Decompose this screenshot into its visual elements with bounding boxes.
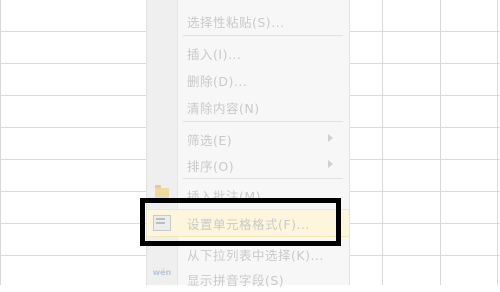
grid-column-line bbox=[497, 0, 498, 285]
menu-item-clear-contents[interactable]: 清除内容(N) bbox=[147, 94, 349, 120]
menu-separator bbox=[183, 35, 343, 36]
grid-column-line bbox=[440, 0, 441, 285]
grid-column-line bbox=[0, 0, 1, 285]
menu-separator bbox=[183, 121, 343, 122]
menu-item-label: 排序(O) bbox=[187, 159, 235, 174]
menu-item-sort[interactable]: 排序(O) bbox=[147, 152, 349, 178]
menu-item-paste-special[interactable]: 选择性粘贴(S)... bbox=[147, 8, 349, 34]
menu-item-filter[interactable]: 筛选(E) bbox=[147, 126, 349, 152]
menu-item-delete[interactable]: 删除(D)... bbox=[147, 67, 349, 93]
menu-item-label: 选择性粘贴(S)... bbox=[187, 15, 285, 30]
menu-item-label: 显示拼音字段(S) bbox=[187, 273, 285, 288]
menu-item-label: 从下拉列表中选择(K)... bbox=[187, 248, 324, 263]
menu-item-label: 插入(I)... bbox=[187, 47, 242, 62]
wen-icon: wén bbox=[152, 268, 172, 277]
folder-icon bbox=[155, 185, 169, 198]
submenu-arrow-icon bbox=[328, 134, 333, 142]
menu-item-label: 筛选(E) bbox=[187, 133, 233, 148]
highlight-annotation-box bbox=[140, 198, 341, 246]
submenu-arrow-icon bbox=[328, 160, 333, 168]
grid-column-line bbox=[382, 0, 383, 285]
menu-separator bbox=[183, 178, 343, 179]
menu-item-label: 删除(D)... bbox=[187, 74, 248, 89]
menu-item-label: 清除内容(N) bbox=[187, 101, 260, 116]
menu-item-insert[interactable]: 插入(I)... bbox=[147, 40, 349, 66]
menu-item-show-phonetic[interactable]: wén 显示拼音字段(S) bbox=[147, 266, 349, 292]
